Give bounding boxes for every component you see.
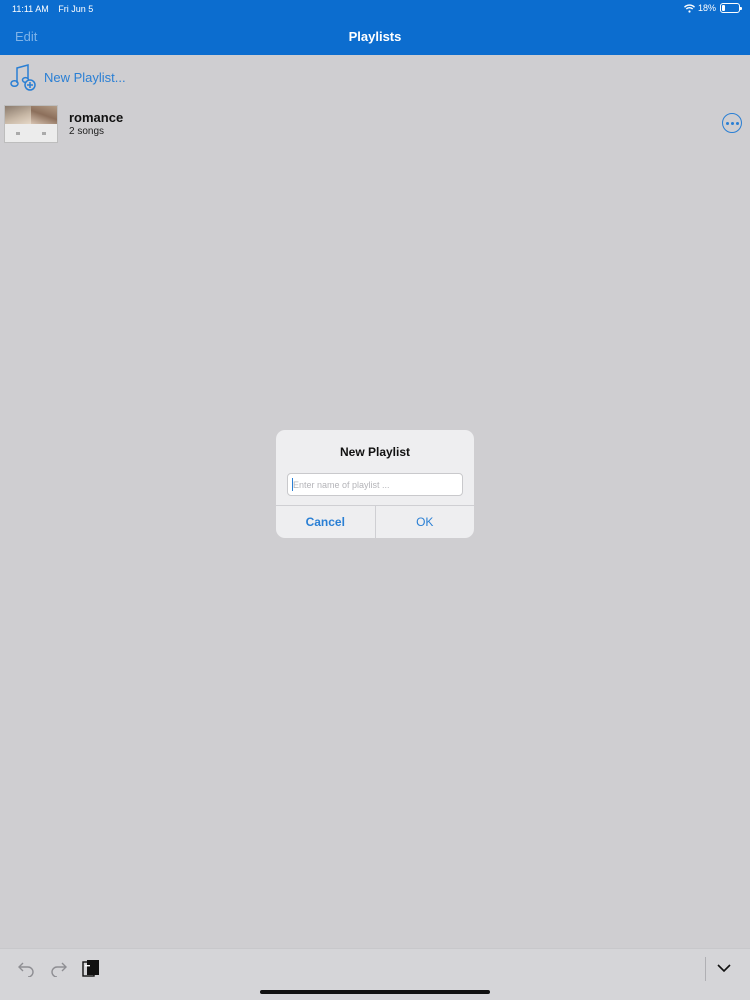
status-time: 11:11 AM xyxy=(12,4,49,14)
new-playlist-dialog: New Playlist Cancel OK xyxy=(276,430,474,538)
battery-icon xyxy=(720,3,742,13)
undo-icon[interactable] xyxy=(18,959,34,977)
navigation-bar: 11:11 AM Fri Jun 5 18% Edit Playlists xyxy=(0,0,750,55)
toolbar-divider xyxy=(705,957,706,981)
text-cursor xyxy=(292,478,293,491)
status-date: Fri Jun 5 xyxy=(58,4,94,14)
redo-icon[interactable] xyxy=(51,959,67,977)
playlist-artwork xyxy=(4,105,58,143)
new-playlist-label: New Playlist... xyxy=(44,69,126,85)
page-title: Playlists xyxy=(348,29,402,44)
list-item[interactable]: romance 2 songs xyxy=(4,104,746,144)
playlist-song-count: 2 songs xyxy=(69,126,105,137)
status-bar: 11:11 AM Fri Jun 5 18% xyxy=(0,3,750,17)
playlist-name: romance xyxy=(69,110,124,125)
paste-icon[interactable] xyxy=(82,959,100,977)
new-playlist-button[interactable]: New Playlist... xyxy=(9,62,126,92)
home-indicator xyxy=(260,990,490,994)
cancel-button[interactable]: Cancel xyxy=(276,506,376,538)
more-options-icon[interactable] xyxy=(722,113,742,133)
wifi-icon xyxy=(683,3,695,13)
battery-percent: 18% xyxy=(697,3,716,13)
ok-button[interactable]: OK xyxy=(376,506,475,538)
music-add-icon xyxy=(10,64,36,91)
dialog-title: New Playlist xyxy=(339,445,411,459)
playlist-name-input[interactable] xyxy=(287,473,463,496)
chevron-down-icon[interactable] xyxy=(716,959,732,977)
